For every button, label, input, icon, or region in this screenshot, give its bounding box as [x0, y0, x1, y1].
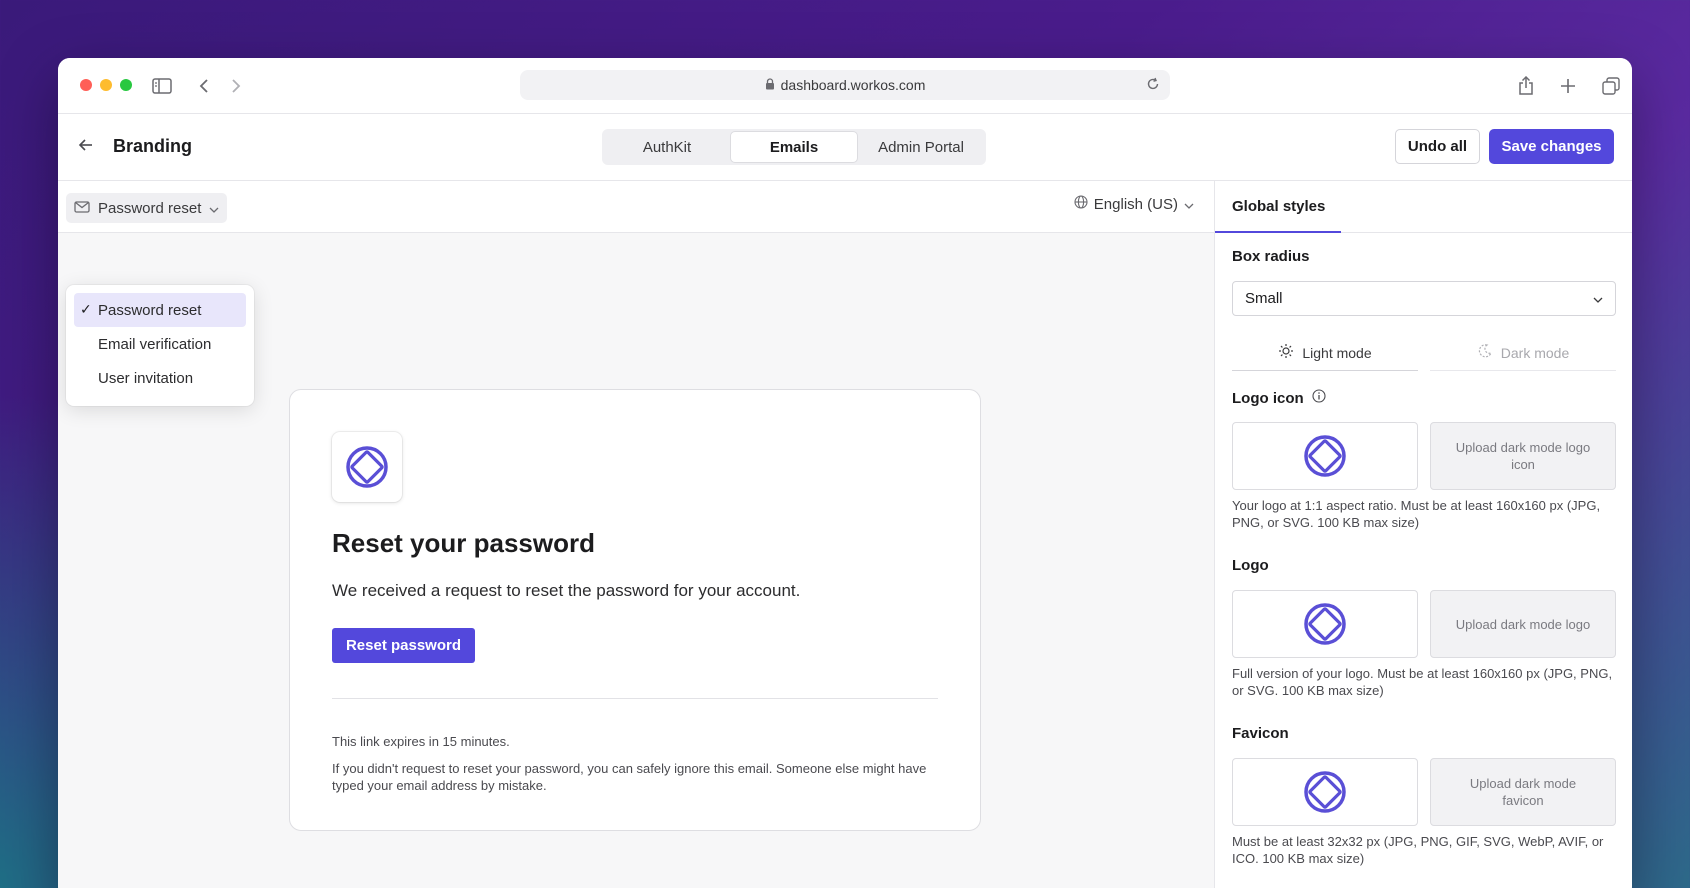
email-logo: [332, 432, 402, 502]
dropdown-item-label: Email verification: [98, 335, 212, 353]
template-select[interactable]: Password reset: [66, 193, 228, 223]
dropdown-item-email-verification[interactable]: Email verification: [74, 327, 246, 361]
tab-global-styles[interactable]: Global styles: [1232, 198, 1325, 215]
chevron-down-icon: [209, 200, 219, 217]
box-radius-label: Box radius: [1232, 248, 1310, 265]
logo-icon-light-upload[interactable]: [1232, 422, 1418, 490]
favicon-label: Favicon: [1232, 725, 1289, 742]
logo-light-upload[interactable]: [1232, 590, 1418, 658]
logo-dark-upload[interactable]: Upload dark mode logo: [1430, 590, 1616, 658]
logo-icon-label-text: Logo icon: [1232, 389, 1304, 407]
chevron-down-icon: [1593, 290, 1603, 307]
editor-toolbar: Password reset English (US): [58, 181, 1214, 233]
template-select-value: Password reset: [98, 199, 202, 217]
logo-icon-help: Your logo at 1:1 aspect ratio. Must be a…: [1232, 498, 1601, 530]
dark-mode-toggle[interactable]: Dark mode: [1430, 335, 1616, 371]
email-title: Reset your password: [332, 528, 595, 558]
email-body: We received a request to reset the passw…: [332, 581, 801, 600]
sidebar-tabs: Global styles: [1215, 181, 1632, 233]
address-bar[interactable]: dashboard.workos.com: [520, 70, 1170, 100]
section-tabs: AuthKit Emails Admin Portal: [602, 129, 986, 165]
reload-icon[interactable]: [1146, 77, 1160, 94]
lock-icon: [765, 77, 775, 93]
page-title: Branding: [113, 136, 192, 156]
light-mode-label: Light mode: [1302, 344, 1372, 361]
email-divider: [332, 698, 938, 699]
email-expiry-note: This link expires in 15 minutes.: [332, 734, 510, 749]
sun-icon: [1278, 343, 1294, 362]
sidebar-toggle-icon[interactable]: [150, 74, 174, 98]
logo-help: Full version of your logo. Must be at le…: [1232, 666, 1613, 698]
undo-all-button[interactable]: Undo all: [1395, 129, 1480, 164]
tab-authkit[interactable]: AuthKit: [604, 131, 730, 163]
new-tab-icon[interactable]: [1556, 74, 1580, 98]
globe-icon: [1074, 195, 1088, 213]
dark-mode-label: Dark mode: [1500, 344, 1570, 361]
browser-titlebar: dashboard.workos.com: [58, 58, 1632, 114]
url-text: dashboard.workos.com: [780, 77, 926, 93]
back-arrow-icon[interactable]: [78, 136, 94, 157]
active-tab-indicator: [1215, 231, 1341, 233]
logo-icon-label: Logo icon: [1232, 389, 1326, 407]
box-radius-value: Small: [1245, 290, 1283, 307]
workos-logo-icon: [1304, 603, 1346, 645]
workos-logo-icon: [346, 446, 388, 488]
close-window-button[interactable]: [80, 79, 92, 91]
email-ignore-note: If you didn't request to reset your pass…: [332, 761, 927, 793]
logo-icon-dark-upload[interactable]: Upload dark mode logo icon: [1430, 422, 1616, 490]
info-icon[interactable]: [1312, 389, 1326, 407]
tab-overview-icon[interactable]: [1599, 74, 1623, 98]
styles-sidebar: Global styles Box radius Small Light mod…: [1214, 181, 1632, 888]
mail-icon: [74, 200, 90, 217]
dropdown-item-label: Password reset: [98, 301, 202, 319]
chevron-down-icon: [1184, 196, 1194, 213]
template-dropdown-menu: ✓ Password reset Email verification User…: [66, 285, 254, 406]
workos-logo-icon: [1304, 771, 1346, 813]
workos-logo-icon: [1304, 435, 1346, 477]
dropdown-item-label: User invitation: [98, 369, 194, 387]
browser-window: dashboard.workos.com Branding AuthKit Em…: [58, 58, 1632, 888]
checkmark-icon: ✓: [80, 301, 92, 317]
save-changes-button[interactable]: Save changes: [1489, 129, 1614, 164]
maximize-window-button[interactable]: [120, 79, 132, 91]
favicon-light-upload[interactable]: [1232, 758, 1418, 826]
tab-admin-portal[interactable]: Admin Portal: [858, 131, 984, 163]
email-preview-card: Reset your password We received a reques…: [289, 389, 981, 831]
dropdown-item-user-invitation[interactable]: User invitation: [74, 361, 246, 395]
light-mode-toggle[interactable]: Light mode: [1232, 335, 1418, 371]
box-radius-select[interactable]: Small: [1232, 281, 1616, 316]
forward-nav-icon[interactable]: [224, 74, 248, 98]
language-value: English (US): [1093, 195, 1178, 213]
logo-label: Logo: [1232, 557, 1269, 574]
reset-password-button[interactable]: Reset password: [332, 628, 475, 663]
minimize-window-button[interactable]: [100, 79, 112, 91]
favicon-help: Must be at least 32x32 px (JPG, PNG, GIF…: [1232, 834, 1604, 866]
language-select[interactable]: English (US): [1074, 195, 1194, 213]
moon-icon: [1477, 343, 1493, 362]
dropdown-item-password-reset[interactable]: ✓ Password reset: [74, 293, 246, 327]
favicon-dark-upload[interactable]: Upload dark mode favicon: [1430, 758, 1616, 826]
window-controls: [80, 79, 132, 91]
page-header: Branding AuthKit Emails Admin Portal Und…: [58, 114, 1632, 181]
tab-emails[interactable]: Emails: [730, 131, 858, 163]
back-nav-icon[interactable]: [192, 74, 216, 98]
share-icon[interactable]: [1514, 74, 1538, 98]
